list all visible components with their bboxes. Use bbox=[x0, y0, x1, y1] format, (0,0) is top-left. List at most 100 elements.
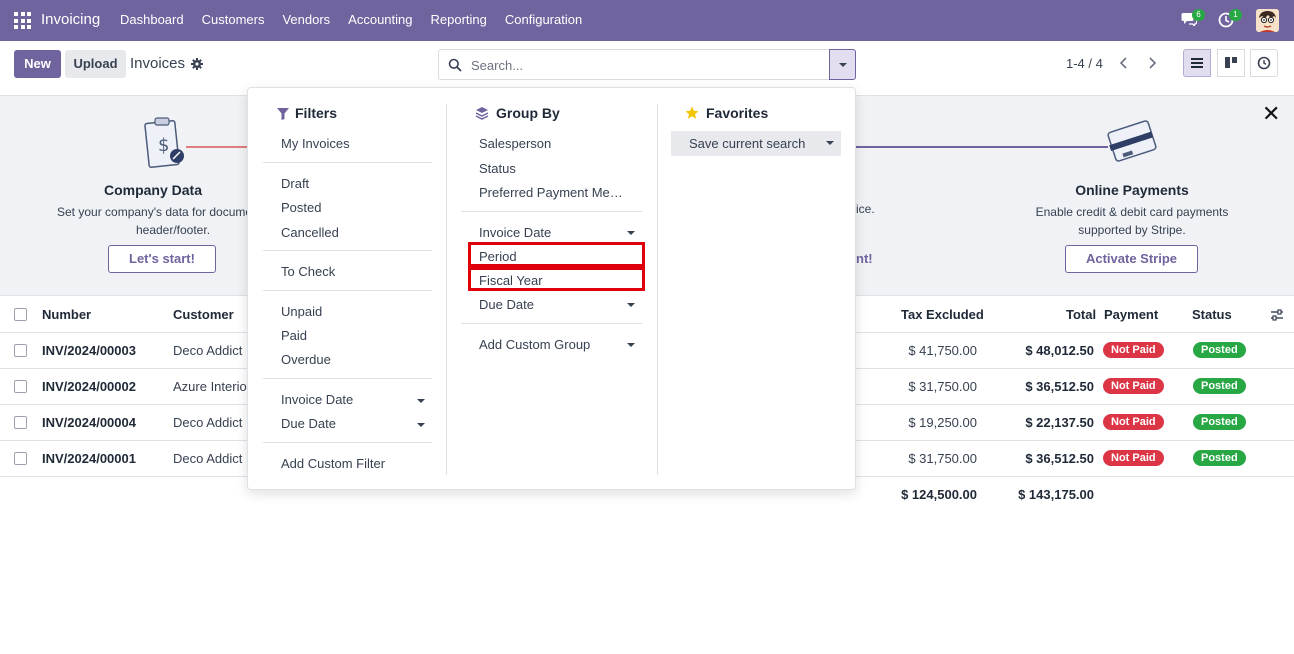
close-icon[interactable]: ✕ bbox=[1262, 103, 1280, 125]
status-badge: Posted bbox=[1193, 450, 1246, 466]
lets-start-button[interactable]: Let's start! bbox=[108, 245, 216, 273]
group-by-status[interactable]: Status bbox=[479, 161, 516, 176]
caret-down-icon bbox=[826, 141, 834, 145]
user-avatar[interactable] bbox=[1256, 9, 1279, 32]
step-title: Online Payments bbox=[1075, 182, 1189, 198]
kanban-view-button[interactable] bbox=[1217, 49, 1245, 77]
filters-header: Filters bbox=[295, 105, 338, 121]
save-current-search-label: Save current search bbox=[689, 136, 806, 151]
row-checkbox[interactable] bbox=[14, 344, 27, 357]
search-input[interactable] bbox=[471, 56, 811, 74]
page-title: Invoices bbox=[130, 55, 186, 72]
column-header-tax-excluded[interactable]: Tax Excluded bbox=[901, 307, 984, 322]
search-options-toggle[interactable] bbox=[829, 49, 856, 80]
menu-accounting[interactable]: Accounting bbox=[348, 12, 412, 27]
column-header-number[interactable]: Number bbox=[42, 307, 91, 322]
pager-value[interactable]: 1-4 / 4 bbox=[1066, 56, 1103, 71]
group-by-fiscal-year[interactable]: Fiscal Year bbox=[479, 273, 543, 288]
clipboard-icon: $ bbox=[144, 117, 184, 168]
caret-down-icon[interactable] bbox=[627, 343, 635, 347]
search-icon bbox=[448, 58, 462, 72]
row-checkbox[interactable] bbox=[14, 380, 27, 393]
activity-view-button[interactable] bbox=[1250, 49, 1278, 77]
select-all-checkbox[interactable] bbox=[14, 308, 27, 321]
cell-total: $ 36,512.50 bbox=[1025, 451, 1094, 466]
step-description: header/footer. bbox=[135, 223, 211, 237]
filter-due-date[interactable]: Due Date bbox=[281, 416, 336, 431]
group-by-invoice-date[interactable]: Invoice Date bbox=[479, 225, 551, 240]
cell-tax-excluded: $ 19,250.00 bbox=[908, 415, 977, 430]
list-view-button[interactable] bbox=[1183, 49, 1211, 77]
footer-grand-total: $ 143,175.00 bbox=[1018, 487, 1094, 502]
cell-number: INV/2024/00003 bbox=[42, 343, 136, 358]
star-icon bbox=[685, 106, 699, 119]
list-view-icon bbox=[1191, 58, 1203, 68]
top-navbar: Invoicing Dashboard Customers Vendors Ac… bbox=[0, 0, 1294, 41]
group-by-period[interactable]: Period bbox=[479, 249, 517, 264]
divider bbox=[263, 290, 432, 291]
group-by-preferred-payment-method[interactable]: Preferred Payment Me… bbox=[479, 185, 623, 200]
divider bbox=[263, 378, 432, 379]
filter-to-check[interactable]: To Check bbox=[281, 264, 335, 279]
menu-customers[interactable]: Customers bbox=[202, 12, 265, 27]
cell-total: $ 36,512.50 bbox=[1025, 379, 1094, 394]
payment-status-badge: Not Paid bbox=[1103, 414, 1164, 430]
pager-next-icon[interactable] bbox=[1143, 53, 1161, 73]
caret-down-icon[interactable] bbox=[417, 399, 425, 403]
cell-total: $ 22,137.50 bbox=[1025, 415, 1094, 430]
row-checkbox[interactable] bbox=[14, 416, 27, 429]
status-badge: Posted bbox=[1193, 378, 1246, 394]
gear-icon[interactable] bbox=[191, 58, 203, 70]
column-header-customer[interactable]: Customer bbox=[173, 307, 234, 322]
activate-stripe-button[interactable]: Activate Stripe bbox=[1065, 245, 1198, 273]
filter-icon bbox=[277, 108, 289, 120]
filter-my-invoices[interactable]: My Invoices bbox=[281, 136, 350, 151]
banner-step-company-data: Company Data Set your company's data for… bbox=[57, 182, 249, 239]
filter-unpaid[interactable]: Unpaid bbox=[281, 304, 322, 319]
step-description: Set your company's data for docume bbox=[57, 205, 249, 219]
upload-button[interactable]: Upload bbox=[65, 50, 126, 78]
filter-posted[interactable]: Posted bbox=[281, 200, 321, 215]
divider bbox=[263, 250, 432, 251]
new-button[interactable]: New bbox=[14, 50, 61, 78]
menu-configuration[interactable]: Configuration bbox=[505, 12, 582, 27]
layers-icon bbox=[475, 107, 489, 120]
cell-tax-excluded: $ 31,750.00 bbox=[908, 451, 977, 466]
step-description-fragment: ice. bbox=[856, 202, 875, 216]
group-by-due-date[interactable]: Due Date bbox=[479, 297, 534, 312]
pager-previous-icon[interactable] bbox=[1115, 53, 1133, 73]
caret-down-icon[interactable] bbox=[417, 423, 425, 427]
step-button-fragment[interactable]: nt! bbox=[856, 251, 873, 266]
app-brand[interactable]: Invoicing bbox=[41, 11, 100, 28]
add-custom-filter[interactable]: Add Custom Filter bbox=[281, 456, 385, 471]
caret-down-icon[interactable] bbox=[627, 231, 635, 235]
row-checkbox[interactable] bbox=[14, 452, 27, 465]
caret-down-icon[interactable] bbox=[627, 303, 635, 307]
filter-invoice-date[interactable]: Invoice Date bbox=[281, 392, 353, 407]
column-header-payment[interactable]: Payment bbox=[1104, 307, 1158, 322]
save-current-search-toggle[interactable]: Save current search bbox=[671, 131, 841, 156]
add-custom-group[interactable]: Add Custom Group bbox=[479, 337, 590, 352]
filter-draft[interactable]: Draft bbox=[281, 176, 309, 191]
cell-number: INV/2024/00002 bbox=[42, 379, 136, 394]
favorites-header: Favorites bbox=[706, 105, 769, 121]
apps-menu-icon[interactable] bbox=[14, 12, 31, 29]
divider bbox=[263, 442, 432, 443]
column-header-total[interactable]: Total bbox=[1066, 307, 1096, 322]
step-description: Enable credit & debit card payments bbox=[1035, 205, 1229, 219]
filter-overdue[interactable]: Overdue bbox=[281, 352, 331, 367]
menu-reporting[interactable]: Reporting bbox=[431, 12, 487, 27]
payment-status-badge: Not Paid bbox=[1103, 378, 1164, 394]
filter-paid[interactable]: Paid bbox=[281, 328, 307, 343]
cell-total: $ 48,012.50 bbox=[1025, 343, 1094, 358]
optional-columns-icon[interactable] bbox=[1270, 308, 1284, 322]
group-by-salesperson[interactable]: Salesperson bbox=[479, 136, 551, 151]
credit-card-icon bbox=[1107, 120, 1157, 162]
payment-status-badge: Not Paid bbox=[1103, 342, 1164, 358]
column-header-status[interactable]: Status bbox=[1192, 307, 1232, 322]
divider bbox=[461, 323, 642, 324]
menu-dashboard[interactable]: Dashboard bbox=[120, 12, 184, 27]
cell-customer: Deco Addict bbox=[173, 343, 243, 358]
menu-vendors[interactable]: Vendors bbox=[282, 12, 330, 27]
filter-cancelled[interactable]: Cancelled bbox=[281, 225, 339, 240]
